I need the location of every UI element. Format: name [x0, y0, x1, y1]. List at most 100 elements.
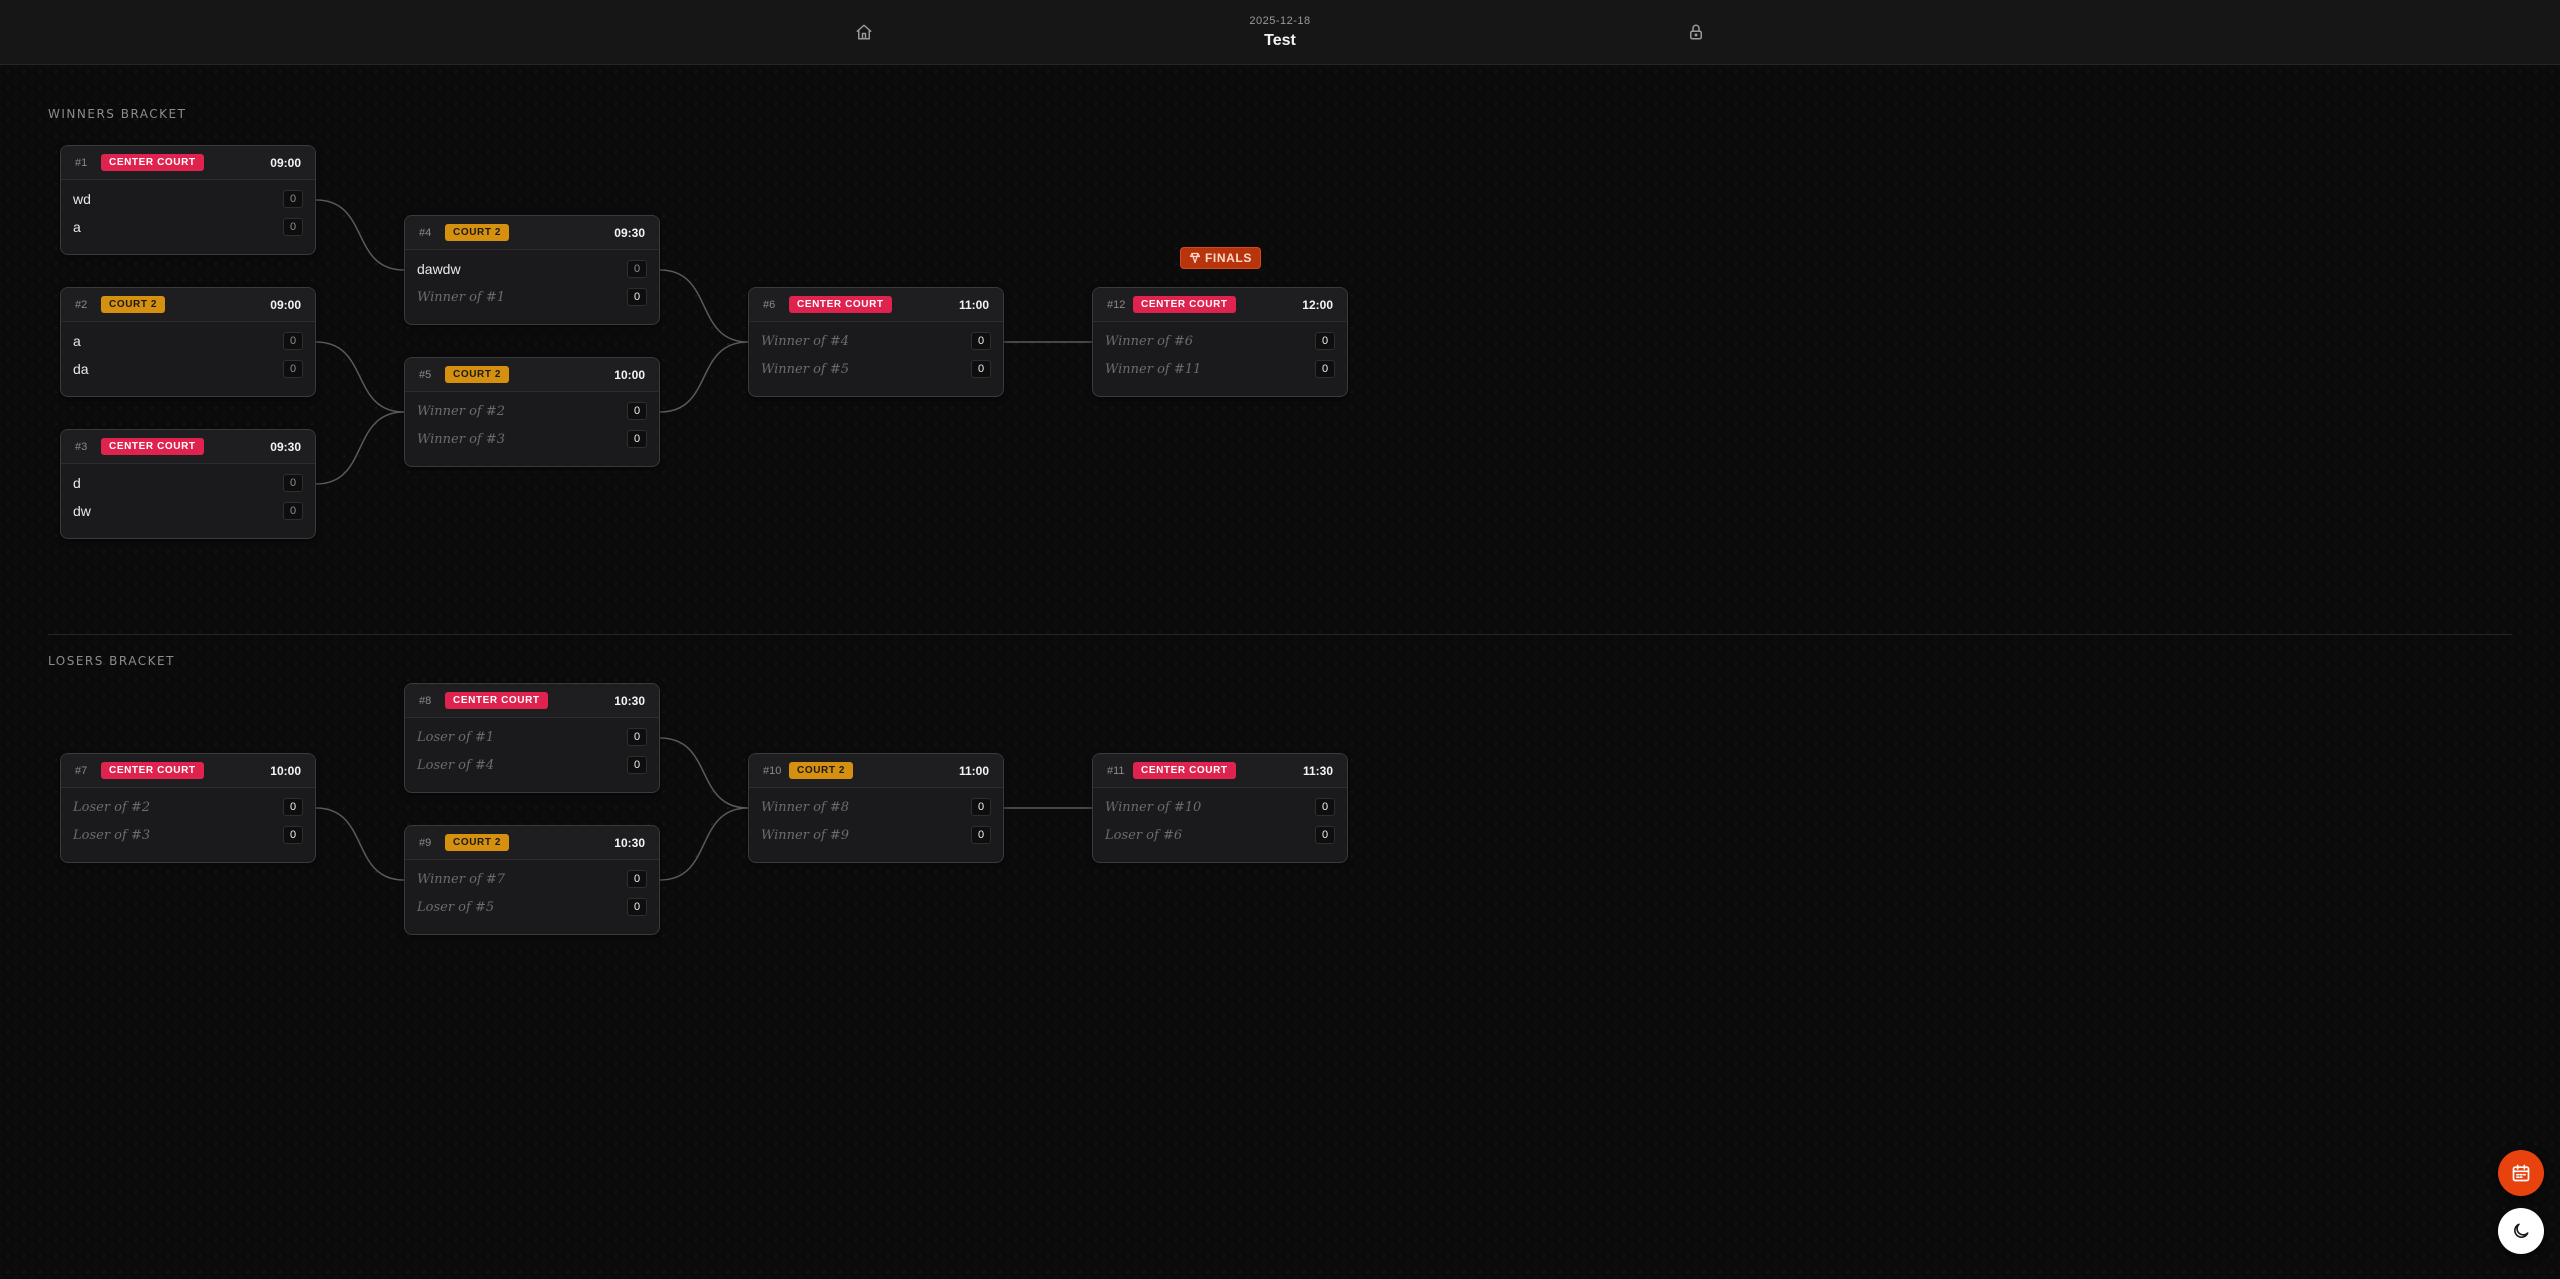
- match-card[interactable]: #9 COURT 2 10:30 Winner of #7 0 Loser of #5 0: [404, 825, 660, 935]
- match-header: #8 CENTER COURT 10:30: [405, 684, 659, 718]
- match-card[interactable]: #11 CENTER COURT 11:30 Winner of #10 0 Loser …: [1092, 753, 1348, 863]
- score-input[interactable]: 0: [627, 728, 647, 746]
- score-input[interactable]: 0: [971, 332, 991, 350]
- court-badge: CENTER COURT: [101, 438, 204, 455]
- team-row[interactable]: Winner of #5 0: [749, 355, 1003, 383]
- match-header: #1 CENTER COURT 09:00: [61, 146, 315, 180]
- match-card[interactable]: #6 CENTER COURT 11:00 Winner of #4 0 Winner o…: [748, 287, 1004, 397]
- match-time: 10:30: [614, 693, 645, 708]
- team-name: Winner of #10: [1105, 799, 1202, 815]
- team-row[interactable]: Loser of #1 0: [405, 723, 659, 751]
- score-input[interactable]: 0: [283, 360, 303, 378]
- team-row[interactable]: a0: [61, 213, 315, 241]
- team-row[interactable]: wd 0: [61, 185, 315, 213]
- team-name: Winner of #3: [417, 431, 506, 447]
- score-input[interactable]: 0: [283, 190, 303, 208]
- team-row[interactable]: Winner of #10 0: [1093, 793, 1347, 821]
- match-card[interactable]: #12 CENTER COURT 12:00 Winner of #6 0 Winner …: [1092, 287, 1348, 397]
- team-name: Winner of #7: [417, 871, 506, 887]
- lock-button[interactable]: [1684, 20, 1708, 44]
- team-row[interactable]: Winner of #9 0: [749, 821, 1003, 849]
- match-card[interactable]: #7 CENTER COURT 10:00 Loser of #2 0 Loser of …: [60, 753, 316, 863]
- team-row[interactable]: dw 0: [61, 497, 315, 525]
- match-number: #1: [75, 156, 88, 169]
- match-header: #6 CENTER COURT 11:00: [749, 288, 1003, 322]
- team-row[interactable]: da 0: [61, 355, 315, 383]
- team-row[interactable]: Winner of #3 0: [405, 425, 659, 453]
- connector-2-5: [315, 341, 405, 413]
- score-input[interactable]: 0: [971, 360, 991, 378]
- score-input[interactable]: 0: [627, 260, 647, 278]
- match-header: #5 COURT 2 10:00: [405, 358, 659, 392]
- match-number: #10: [763, 764, 782, 777]
- score-input[interactable]: 0: [971, 798, 991, 816]
- score-input[interactable]: 0: [627, 402, 647, 420]
- match-header: #11 CENTER COURT 11:30: [1093, 754, 1347, 788]
- team-row[interactable]: Winner of #6 0: [1093, 327, 1347, 355]
- team-row[interactable]: Winner of #2 0: [405, 397, 659, 425]
- team-row[interactable]: d0: [61, 469, 315, 497]
- match-card[interactable]: #4 COURT 2 09:30 dawdw 0 Winner of #1 0: [404, 215, 660, 325]
- score-input[interactable]: 0: [627, 870, 647, 888]
- team-name: Winner of #9: [761, 827, 850, 843]
- team-row[interactable]: a0: [61, 327, 315, 355]
- match-time: 11:00: [958, 763, 989, 778]
- score-input[interactable]: 0: [283, 474, 303, 492]
- team-name: Loser of #5: [417, 899, 495, 915]
- match-header: #12 CENTER COURT 12:00: [1093, 288, 1347, 322]
- team-row[interactable]: Winner of #11 0: [1093, 355, 1347, 383]
- score-input[interactable]: 0: [283, 218, 303, 236]
- team-name: Winner of #2: [417, 403, 506, 419]
- theme-toggle-button[interactable]: [2498, 1208, 2544, 1254]
- match-number: #11: [1107, 764, 1125, 777]
- team-row[interactable]: Loser of #3 0: [61, 821, 315, 849]
- match-time: 09:00: [270, 155, 301, 170]
- court-badge: CENTER COURT: [101, 154, 204, 171]
- losers-bracket-label: LOSERS BRACKET: [48, 654, 175, 668]
- connector-7-9: [315, 807, 405, 881]
- event-date: 2025-12-18: [1249, 15, 1311, 27]
- team-row[interactable]: Winner of #1 0: [405, 283, 659, 311]
- team-name: d: [73, 475, 81, 491]
- score-input[interactable]: 0: [1315, 332, 1335, 350]
- match-number: #8: [419, 694, 432, 707]
- team-row[interactable]: dawdw 0: [405, 255, 659, 283]
- team-row[interactable]: Winner of #7 0: [405, 865, 659, 893]
- match-card[interactable]: #5 COURT 2 10:00 Winner of #2 0 Winner of #3 0: [404, 357, 660, 467]
- match-card[interactable]: #10 COURT 2 11:00 Winner of #8 0 Winner of #9…: [748, 753, 1004, 863]
- match-number: #3: [75, 440, 88, 453]
- team-name: Winner of #8: [761, 799, 850, 815]
- team-row[interactable]: Loser of #2 0: [61, 793, 315, 821]
- score-input[interactable]: 0: [283, 332, 303, 350]
- score-input[interactable]: 0: [627, 756, 647, 774]
- match-number: #5: [419, 368, 432, 381]
- court-badge: COURT 2: [789, 762, 854, 779]
- match-card[interactable]: #3 CENTER COURT 09:30 d 0 dw 0: [60, 429, 316, 539]
- score-input[interactable]: 0: [627, 430, 647, 448]
- team-row[interactable]: Winner of #8 0: [749, 793, 1003, 821]
- score-input[interactable]: 0: [627, 898, 647, 916]
- team-row[interactable]: Loser of #5 0: [405, 893, 659, 921]
- match-card[interactable]: #1 CENTER COURT 09:00 wd 0 a 0: [60, 145, 316, 255]
- match-time: 10:00: [270, 763, 301, 778]
- match-header: #3 CENTER COURT 09:30: [61, 430, 315, 464]
- court-badge: COURT 2: [445, 834, 510, 851]
- score-input[interactable]: 0: [1315, 798, 1335, 816]
- schedule-button[interactable]: [2498, 1150, 2544, 1196]
- match-card[interactable]: #2 COURT 2 09:00 a 0 da 0: [60, 287, 316, 397]
- score-input[interactable]: 0: [1315, 360, 1335, 378]
- finals-label: FINALS: [1205, 251, 1252, 265]
- score-input[interactable]: 0: [1315, 826, 1335, 844]
- score-input[interactable]: 0: [283, 502, 303, 520]
- match-number: #12: [1107, 298, 1126, 311]
- match-header: #4 COURT 2 09:30: [405, 216, 659, 250]
- score-input[interactable]: 0: [971, 826, 991, 844]
- team-row[interactable]: Loser of #4 0: [405, 751, 659, 779]
- team-row[interactable]: Winner of #4 0: [749, 327, 1003, 355]
- score-input[interactable]: 0: [283, 798, 303, 816]
- team-row[interactable]: Loser of #6 0: [1093, 821, 1347, 849]
- match-card[interactable]: #8 CENTER COURT 10:30 Loser of #1 0 Loser of …: [404, 683, 660, 793]
- score-input[interactable]: 0: [627, 288, 647, 306]
- connector-1-4: [315, 199, 405, 271]
- score-input[interactable]: 0: [283, 826, 303, 844]
